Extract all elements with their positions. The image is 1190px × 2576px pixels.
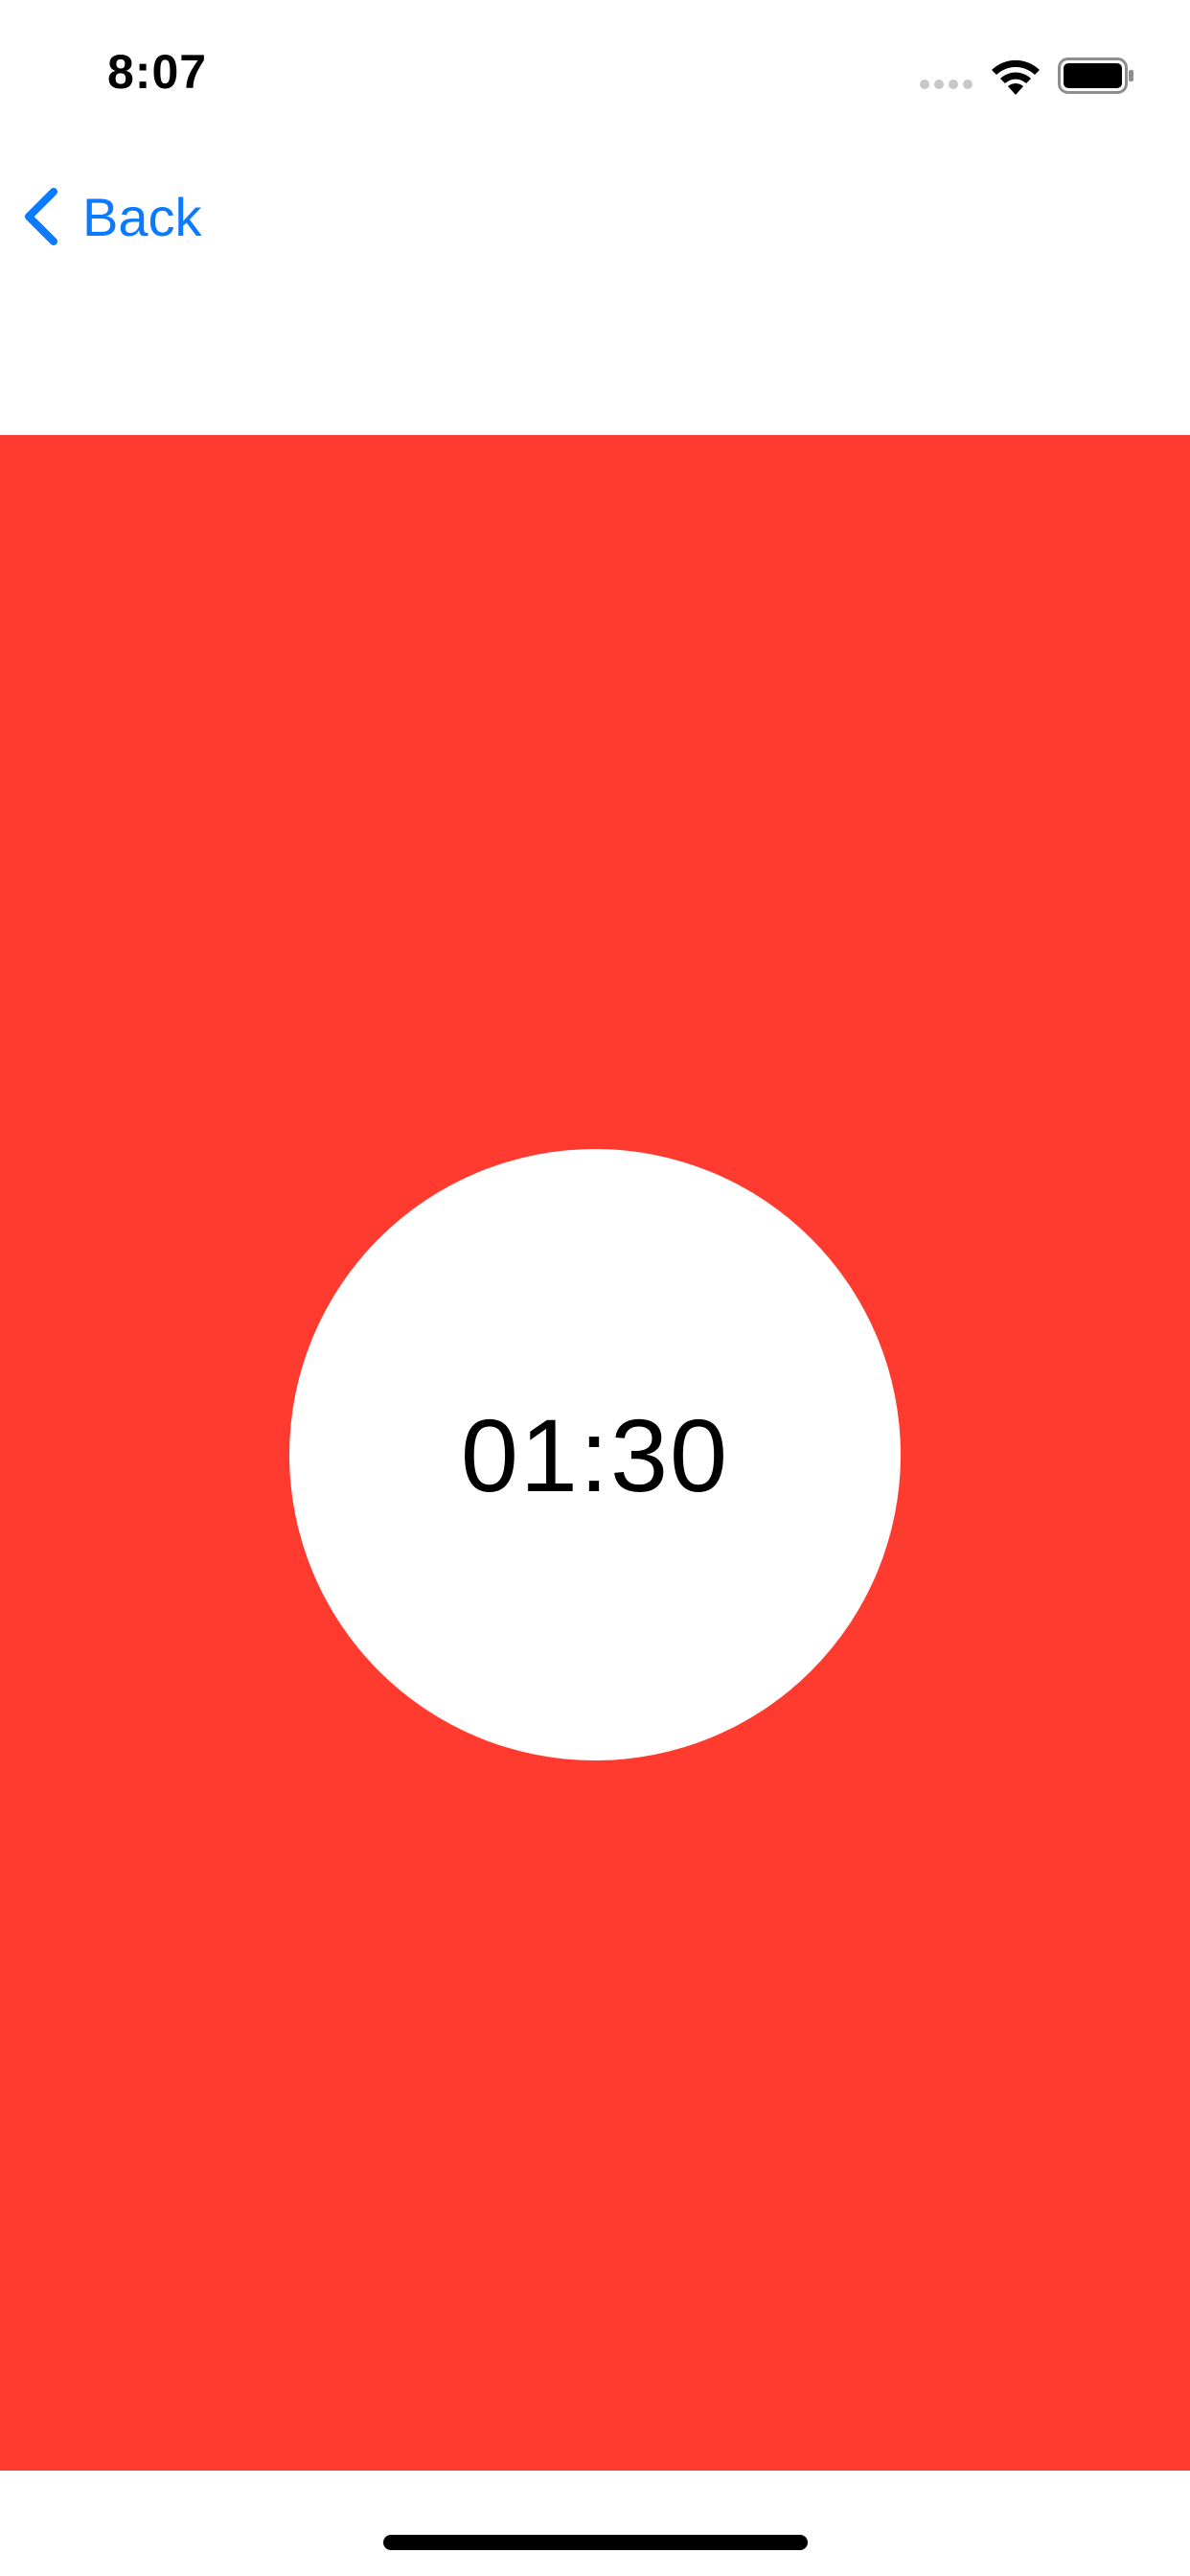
back-button[interactable]: Back — [21, 176, 202, 257]
timer-circle[interactable]: 01:30 — [289, 1149, 901, 1760]
status-time: 8:07 — [107, 45, 208, 99]
chevron-left-icon — [25, 188, 57, 245]
battery-icon — [1058, 58, 1133, 94]
status-bar: 8:07 — [0, 0, 1190, 144]
wifi-icon — [992, 59, 1040, 95]
navigation-bar: Back — [0, 144, 1190, 288]
cellular-signal-icon — [920, 80, 973, 89]
timer-display: 01:30 — [460, 1396, 730, 1513]
timer-area[interactable]: 01:30 — [0, 435, 1190, 2471]
home-indicator[interactable] — [383, 2535, 808, 2550]
back-label: Back — [82, 186, 202, 247]
